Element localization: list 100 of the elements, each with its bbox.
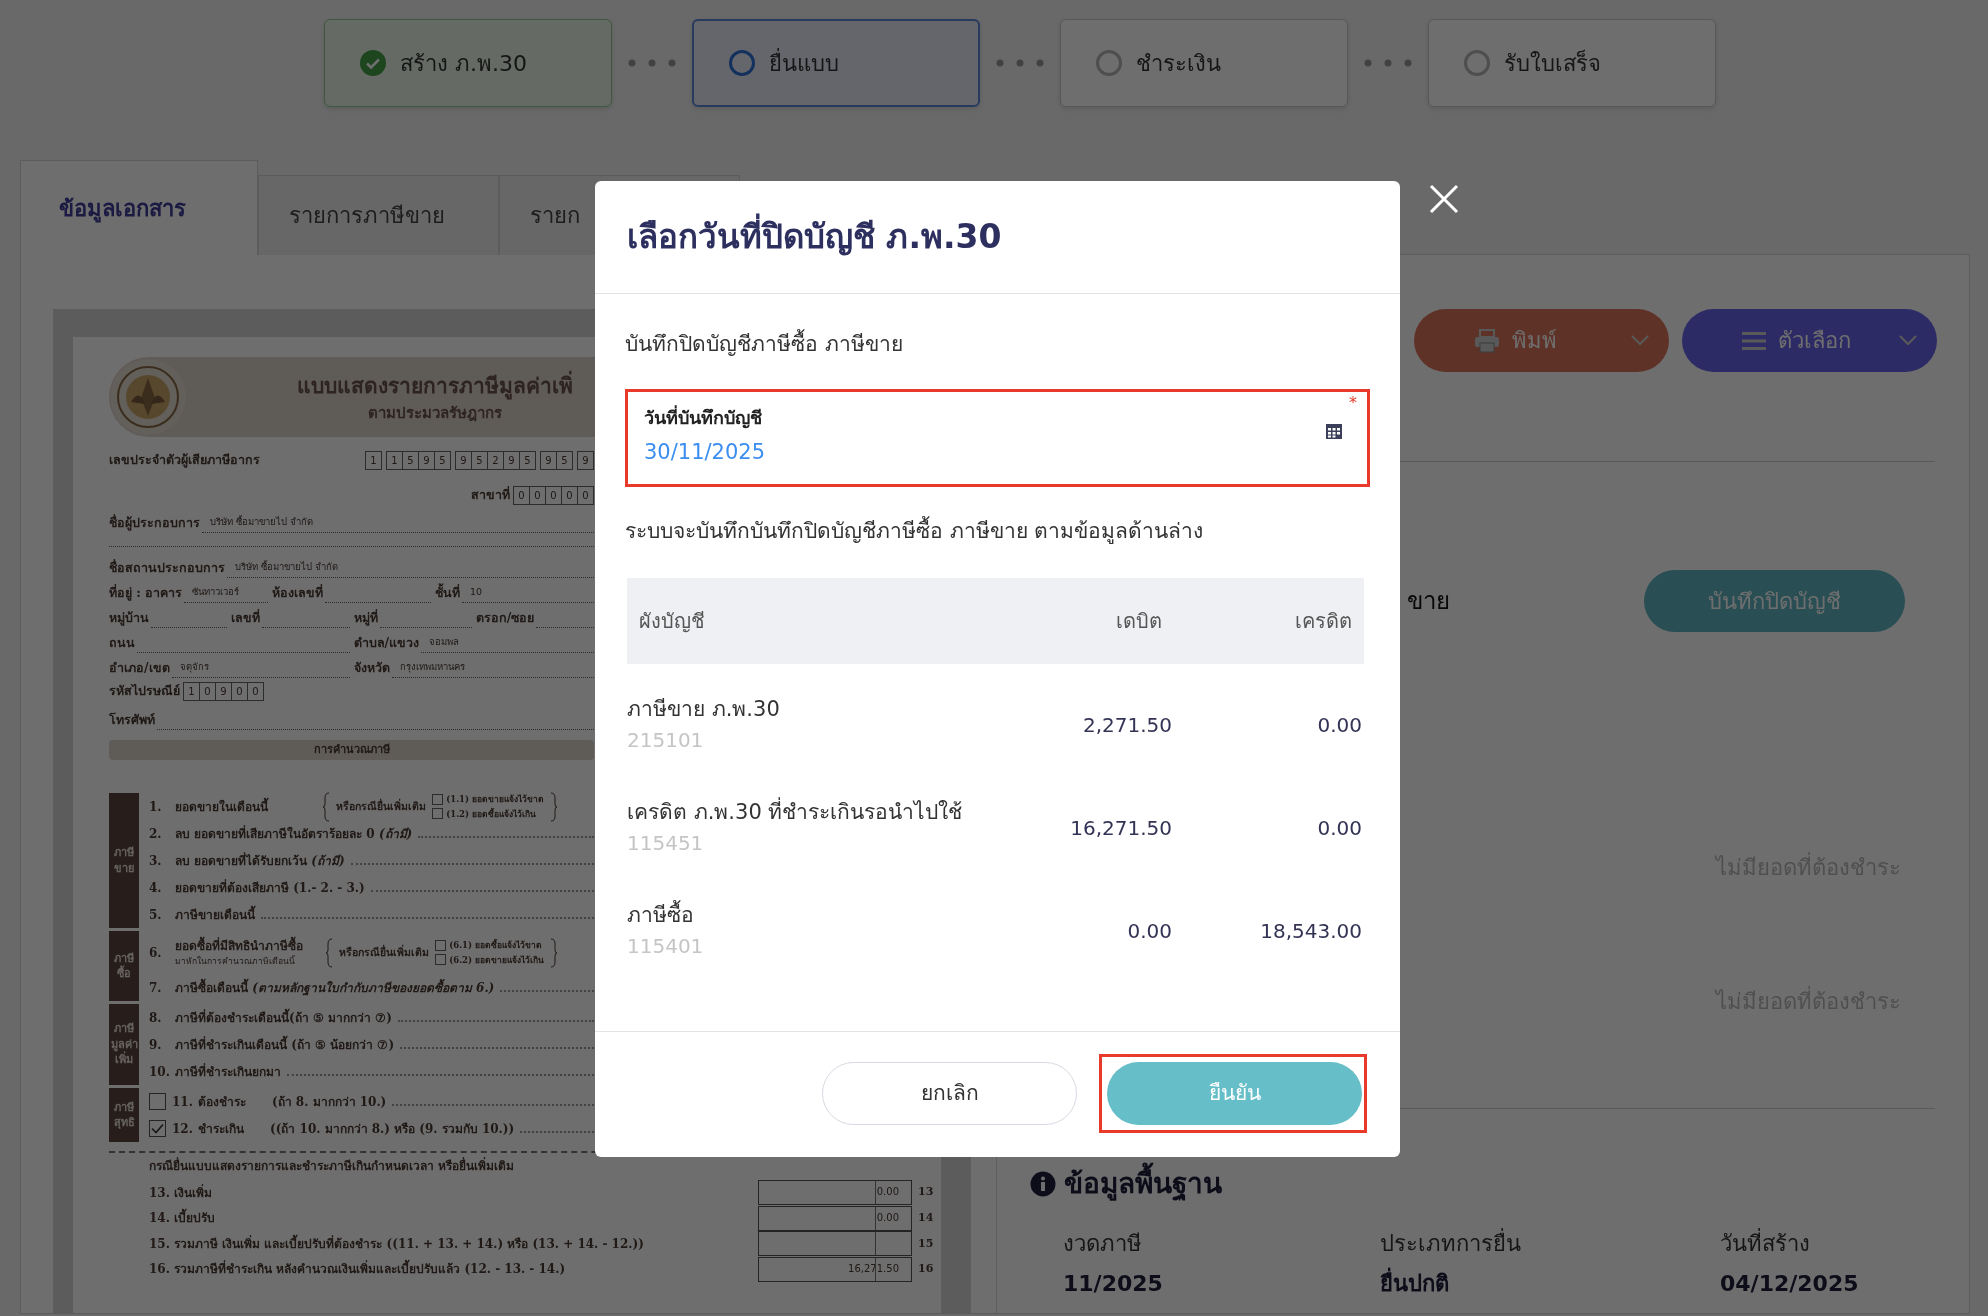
item-number: 3. <box>149 852 163 870</box>
digit-box: 0 <box>529 486 546 505</box>
box-number: 14 <box>918 1209 934 1226</box>
item-number: 4. <box>149 879 163 897</box>
account-code: 215101 <box>627 726 705 754</box>
item-text: ยอดขายที่ต้องเสียภาษี (1.- 2. - 3.) <box>175 878 365 897</box>
item-text: 14. เบี้ยปรับ <box>149 1209 581 1228</box>
item-text: ชำระเกิน <box>198 1120 244 1138</box>
item-text: ลบ ยอดขายที่เสียภาษีในอัตราร้อยละ 0 (ถ้ามี) <box>175 824 413 843</box>
form-label: สาขาที่ <box>471 486 510 505</box>
digit-box: 9 <box>503 450 520 470</box>
digit-box: 5 <box>519 450 536 470</box>
step-label: รับใบเสร็จ <box>1504 48 1601 78</box>
amount-box: 0.00 <box>758 1205 912 1231</box>
field-label: วันที่บันทึกบัญชี <box>644 406 762 430</box>
form-label: เลขประจำตัวผู้เสียภาษีอากร <box>109 450 260 470</box>
item-text: ภาษีที่ต้องชำระเดือนนี้(ถ้า ⑤ มากกว่า ⑦) <box>175 1008 392 1027</box>
table-cell-text: 0.00 <box>1126 917 1173 945</box>
digit-box: 2 <box>487 450 504 470</box>
required-mark: * <box>1349 394 1357 412</box>
digit-box: 1 <box>365 450 382 470</box>
section-label: ภาษี มูลค่า เพิ่ม <box>109 1004 139 1085</box>
amount-box: 0.00 <box>758 1180 912 1206</box>
item-number: 5. <box>149 906 163 924</box>
item-subtext: มาหักในการคำนวณภาษีเดือนนี้ <box>175 955 296 968</box>
option-label: (1.1) ยอดขายแจ้งไว้ขาด <box>446 792 544 806</box>
table-cell-text: 0.00 <box>1316 711 1363 739</box>
option-label: (1.2) ยอดซื้อแจ้งไว้เกิน <box>446 807 536 821</box>
digit-box: 1 <box>183 682 200 701</box>
column-header: เครดิต <box>1294 608 1353 635</box>
item-condition: ((ถ้า 10. มากกว่า 8.) หรือ (9. รวมกับ 10.)) <box>270 1120 515 1138</box>
box-number: 15 <box>918 1235 934 1252</box>
item-text: ต้องชำระ <box>198 1093 246 1111</box>
item-number: 12. <box>172 1120 192 1138</box>
item-number: 9. <box>149 1036 163 1054</box>
field-value: 11/2025 <box>1063 1270 1164 1298</box>
form-subtitle: ตามประมวลรัษฎากร <box>367 402 503 424</box>
form-label: ห้องเลขที่ <box>272 584 323 603</box>
digit-box: 0 <box>577 486 594 505</box>
column-header: เดบิต <box>1115 608 1163 635</box>
digit-box: 0 <box>561 486 578 505</box>
digit-box: 9 <box>540 450 557 470</box>
step-label: ชำระเงิน <box>1136 49 1221 78</box>
digit-box: 0 <box>199 682 216 701</box>
field-label: งวดภาษี <box>1063 1230 1143 1258</box>
form-label: อำเภอ/เขต <box>109 659 170 678</box>
form-label: รหัสไปรษณีย์ <box>109 682 180 701</box>
amount-box: 16,271.50 <box>758 1256 912 1282</box>
box-number: 16 <box>918 1261 934 1277</box>
table-cell-text: 18,543.00 <box>1259 917 1363 945</box>
account-name: ภาษีซื้อ <box>627 899 695 929</box>
item-number: 2. <box>149 825 163 843</box>
field-value: 30/11/2025 <box>644 439 766 466</box>
column-header: ผังบัญชี <box>638 608 706 635</box>
digit-box: 9 <box>455 450 472 470</box>
digit-box: 5 <box>402 450 419 470</box>
form-label: โทรศัพท์ <box>109 711 155 730</box>
item-note: หรือกรณียื่นเพิ่มเติม <box>339 944 430 960</box>
digit-box: 9 <box>418 450 435 470</box>
option-label: (6.2) ยอดขายแจ้งไว้เกิน <box>449 953 544 967</box>
table-cell-text: 0.00 <box>1316 814 1363 842</box>
table-cell-text: 2,271.50 <box>1081 711 1173 739</box>
form-label: ที่อยู่ : อาคาร <box>109 584 183 603</box>
item-number: 1. <box>149 798 163 816</box>
box-number: 13 <box>918 1184 934 1201</box>
digit-box: 0 <box>513 486 530 505</box>
form-label: ตรอก/ซอย <box>475 609 535 628</box>
section-title: ข้อมูลพื้นฐาน <box>1064 1164 1222 1204</box>
item-text: ลบ ยอดขายที่ได้รับยกเว้น (ถ้ามี) <box>175 851 345 870</box>
item-text: ภาษีขายเดือนนี้ <box>175 905 255 924</box>
digit-box: 1 <box>386 450 403 470</box>
account-name: เครดิต ภ.พ.30 ที่ชำระเกินรอนำไปใช้ <box>627 796 964 826</box>
account-code: 115451 <box>627 829 705 857</box>
form-label: ตำบล/แขวง <box>353 634 420 653</box>
step-label: สร้าง ภ.พ.30 <box>400 49 527 78</box>
item-note: หรือกรณียื่นเพิ่มเติม <box>336 798 427 814</box>
digit-box: 0 <box>545 486 562 505</box>
digit-box: 0 <box>231 682 248 701</box>
item-text: ภาษีซื้อเดือนนี้ (ตามหลักฐานใบกำกับภาษีของยอดซื้อตาม 6.) <box>175 978 495 997</box>
section-label: ภาษี ขาย <box>109 793 139 928</box>
field-value: ยื่นปกติ <box>1380 1268 1720 1300</box>
item-number: 10. <box>149 1063 169 1081</box>
digit-box: 0 <box>247 682 264 701</box>
step-label: ยื่นแบบ <box>769 47 839 78</box>
item-number: 11. <box>172 1093 192 1111</box>
digit-box: 5 <box>471 450 488 470</box>
section-title: กรณียื่นแบบแสดงรายการและชำระภาษีเกินกำหนดเวลา หรือยื่นเพิ่มเติม <box>149 1156 516 1175</box>
digit-box: 5 <box>434 450 451 470</box>
digit-box: 5 <box>556 450 573 470</box>
account-code: 115401 <box>627 932 705 960</box>
form-label: หมู่บ้าน <box>109 609 149 628</box>
item-text: 15. รวมภาษี เงินเพิ่ม และเบี้ยปรับที่ต้องชำระ ((11. + 13. + 14.) หรือ (13. + 14. - 12.)) <box>149 1234 645 1253</box>
table-cell-text: 16,271.50 <box>1069 814 1173 842</box>
form-label: หมู่ที่ <box>353 609 378 628</box>
form-label: ถนน <box>109 634 135 653</box>
form-label: จังหวัด <box>353 659 390 678</box>
form-label: เลขที่ <box>231 609 261 628</box>
account-name: ภาษีขาย ภ.พ.30 <box>627 695 781 723</box>
section-header: การคำนวณภาษี <box>109 740 594 760</box>
form-label: ชั้นที่ <box>435 584 460 603</box>
